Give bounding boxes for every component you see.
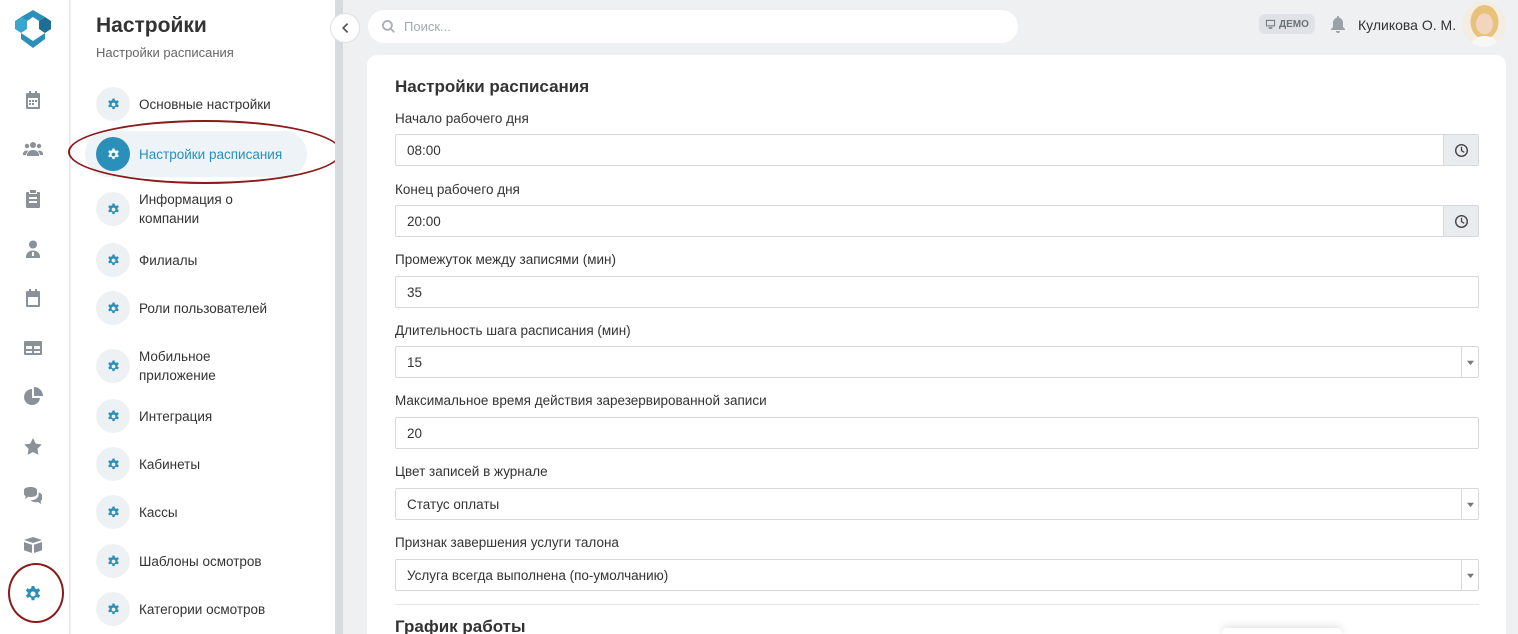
sidebar-item-label: Настройки расписания bbox=[139, 146, 283, 162]
max-reserve-label: Максимальное время действия зарезервиров… bbox=[395, 393, 767, 408]
floating-panel-edge bbox=[1222, 628, 1342, 634]
icon-rail bbox=[0, 0, 70, 634]
end-day-field bbox=[395, 205, 1479, 237]
avatar[interactable] bbox=[1463, 2, 1506, 47]
gear-icon[interactable] bbox=[14, 575, 52, 613]
sidebar-item-label: Кабинеты bbox=[139, 456, 201, 472]
collapse-sidebar-button[interactable] bbox=[330, 13, 360, 43]
star-icon[interactable] bbox=[14, 428, 52, 466]
gear-icon bbox=[96, 447, 130, 481]
sidebar-item-company-info[interactable]: Информация о компании bbox=[85, 189, 307, 229]
time-picker-button[interactable] bbox=[1443, 206, 1478, 236]
caret-down-icon bbox=[1466, 502, 1474, 507]
end-day-label: Конец рабочего дня bbox=[395, 182, 520, 197]
clock-icon bbox=[1454, 214, 1468, 228]
calendar-icon[interactable] bbox=[14, 81, 52, 119]
sidebar-item-label: Интеграция bbox=[139, 408, 213, 424]
caret-down-icon bbox=[1466, 360, 1474, 365]
clock-icon bbox=[1454, 143, 1468, 157]
sidebar-item-label: Филиалы bbox=[139, 252, 198, 268]
gap-label: Промежуток между записями (мин) bbox=[395, 252, 616, 267]
step-select-value: 15 bbox=[407, 354, 423, 370]
gear-icon bbox=[96, 399, 130, 433]
clipboard-icon[interactable] bbox=[14, 180, 52, 218]
step-select[interactable]: 15 bbox=[395, 346, 1479, 378]
sidebar-subtitle: Настройки расписания bbox=[96, 45, 234, 60]
sidebar-item-schedule-settings[interactable]: Настройки расписания bbox=[85, 131, 307, 177]
sidebar-item-label: Кассы bbox=[139, 504, 178, 520]
dropdown-toggle[interactable] bbox=[1461, 489, 1478, 519]
time-picker-button[interactable] bbox=[1443, 135, 1478, 165]
box-icon[interactable] bbox=[14, 526, 52, 564]
completion-select-value: Услуга всегда выполнена (по-умолчанию) bbox=[407, 567, 669, 583]
sidebar-scrollbar[interactable] bbox=[335, 0, 343, 634]
notifications-button[interactable] bbox=[1327, 13, 1349, 35]
sidebar-item-cash-desks[interactable]: Кассы bbox=[85, 495, 307, 529]
gear-icon bbox=[96, 592, 130, 626]
gear-icon bbox=[96, 495, 130, 529]
search-bar[interactable] bbox=[368, 10, 1018, 43]
start-day-field bbox=[395, 134, 1479, 166]
settings-sidebar: Настройки Настройки расписания Основные … bbox=[71, 0, 335, 634]
completion-select[interactable]: Услуга всегда выполнена (по-умолчанию) bbox=[395, 559, 1479, 591]
schedule-icon[interactable] bbox=[14, 279, 52, 317]
gap-field bbox=[395, 276, 1479, 308]
sidebar-item-mobile-app[interactable]: Мобильное приложение bbox=[85, 346, 307, 386]
chevron-left-icon bbox=[342, 23, 349, 33]
table-icon[interactable] bbox=[14, 329, 52, 367]
gear-icon bbox=[96, 87, 130, 121]
gap-input[interactable] bbox=[396, 277, 1478, 307]
demo-label: ДЕМО bbox=[1279, 18, 1309, 30]
dropdown-toggle[interactable] bbox=[1461, 347, 1478, 377]
sidebar-item-branches[interactable]: Филиалы bbox=[85, 243, 307, 277]
schedule-settings-card: Настройки расписания Начало рабочего дня… bbox=[367, 55, 1506, 634]
gear-icon bbox=[96, 291, 130, 325]
sidebar-item-label: Шаблоны осмотров bbox=[139, 553, 262, 569]
step-label: Длительность шага расписания (мин) bbox=[395, 323, 631, 338]
work-schedule-title: График работы bbox=[395, 617, 526, 634]
sidebar-item-label: Информация о компании bbox=[139, 192, 233, 226]
gear-icon bbox=[96, 192, 130, 226]
demo-badge[interactable]: ДЕМО bbox=[1259, 14, 1315, 34]
users-icon[interactable] bbox=[14, 130, 52, 168]
color-label: Цвет записей в журнале bbox=[395, 464, 548, 479]
start-day-input[interactable] bbox=[396, 135, 1443, 165]
gear-icon bbox=[96, 349, 130, 383]
user-name[interactable]: Куликова О. М. bbox=[1358, 17, 1456, 33]
dropdown-toggle[interactable] bbox=[1461, 560, 1478, 590]
sidebar-item-rooms[interactable]: Кабинеты bbox=[85, 447, 307, 481]
sidebar-item-label: Категории осмотров bbox=[139, 601, 266, 617]
caret-down-icon bbox=[1466, 573, 1474, 578]
max-reserve-field bbox=[395, 417, 1479, 449]
sidebar-item-label: Роли пользователей bbox=[139, 300, 268, 316]
end-day-input[interactable] bbox=[396, 206, 1443, 236]
sidebar-item-user-roles[interactable]: Роли пользователей bbox=[85, 291, 307, 325]
chat-icon[interactable] bbox=[14, 477, 52, 515]
color-select[interactable]: Статус оплаты bbox=[395, 488, 1479, 520]
bell-icon bbox=[1331, 16, 1345, 33]
sidebar-title: Настройки bbox=[96, 14, 207, 37]
sidebar-item-exam-categories[interactable]: Категории осмотров bbox=[85, 592, 307, 626]
page-title: Настройки расписания bbox=[395, 77, 590, 96]
sidebar-item-label: Основные настройки bbox=[139, 96, 271, 112]
search-input[interactable] bbox=[404, 19, 994, 34]
max-reserve-input[interactable] bbox=[396, 418, 1478, 448]
gear-icon bbox=[96, 544, 130, 578]
sidebar-item-main-settings[interactable]: Основные настройки bbox=[85, 87, 307, 121]
sidebar-item-exam-templates[interactable]: Шаблоны осмотров bbox=[85, 544, 307, 578]
section-divider bbox=[395, 604, 1479, 605]
sidebar-item-integration[interactable]: Интеграция bbox=[85, 399, 307, 433]
pie-chart-icon[interactable] bbox=[14, 378, 52, 416]
start-day-label: Начало рабочего дня bbox=[395, 111, 529, 126]
monitor-icon bbox=[1265, 19, 1276, 29]
sidebar-item-label: Мобильное приложение bbox=[139, 349, 216, 383]
gear-icon bbox=[96, 137, 130, 171]
doctor-icon[interactable] bbox=[14, 230, 52, 268]
search-icon bbox=[382, 20, 395, 33]
app-logo[interactable] bbox=[12, 8, 54, 50]
completion-label: Признак завершения услуги талона bbox=[395, 535, 619, 550]
gear-icon bbox=[96, 243, 130, 277]
color-select-value: Статус оплаты bbox=[407, 496, 500, 512]
